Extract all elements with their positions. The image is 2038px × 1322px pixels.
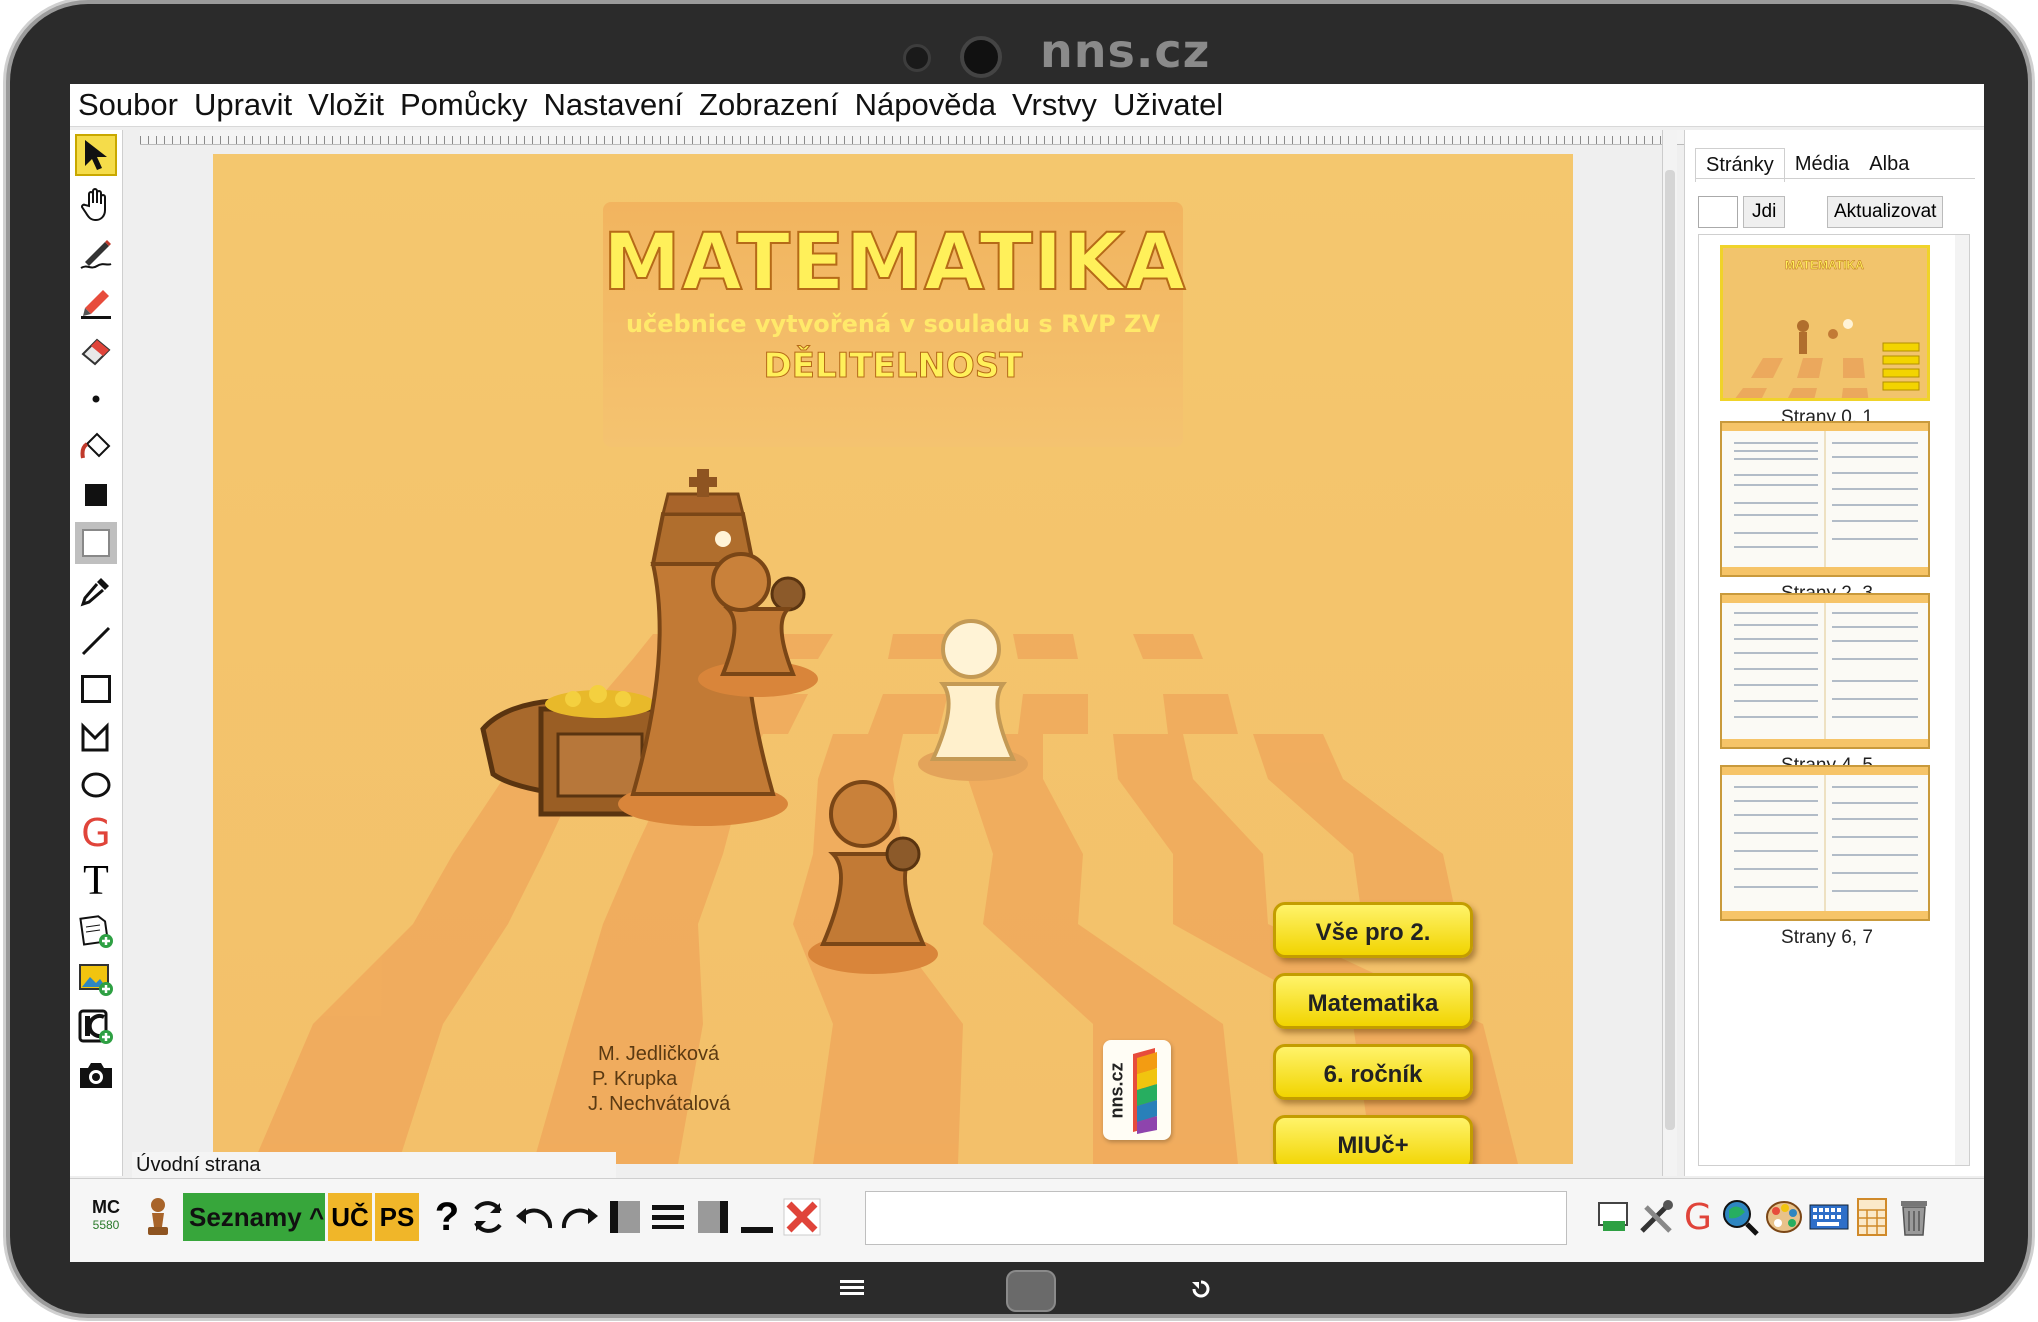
hide-right-panel-icon[interactable] — [696, 1195, 730, 1239]
highlighter-icon[interactable] — [75, 282, 117, 324]
outline-square-icon[interactable] — [75, 522, 117, 564]
minimize-icon[interactable] — [740, 1195, 774, 1239]
rectangle-icon[interactable] — [75, 668, 117, 710]
update-button[interactable]: Aktualizovat — [1827, 196, 1944, 228]
media-icon[interactable] — [75, 1006, 117, 1048]
mc-number: 5580 — [92, 1218, 120, 1232]
web-search-icon[interactable] — [1720, 1195, 1760, 1239]
pen-icon[interactable] — [75, 234, 117, 276]
dot-icon[interactable] — [75, 378, 117, 420]
menu-upravit[interactable]: Upravit — [186, 87, 300, 123]
fill-bucket-icon[interactable] — [75, 426, 117, 468]
tools-icon[interactable] — [1636, 1195, 1676, 1239]
author-3: J. Nechvátalová — [588, 1093, 731, 1115]
button-miuc-plus[interactable]: MIUč+ — [1273, 1115, 1473, 1164]
redo-icon[interactable] — [560, 1195, 600, 1239]
nns-logo: nns.cz — [1103, 1040, 1171, 1140]
button-matematika[interactable]: Matematika — [1273, 973, 1473, 1029]
page-name-label: Úvodní strana — [132, 1152, 616, 1178]
polygon-icon[interactable] — [75, 716, 117, 758]
eyedropper-icon[interactable] — [75, 570, 117, 612]
menu-vrstvy[interactable]: Vrstvy — [1004, 87, 1105, 123]
thumbnail-pages-0-1[interactable]: MATEMATIKA Strany 0, 1 — [1720, 245, 1934, 429]
hamburger-menu-icon[interactable] — [650, 1195, 686, 1239]
tab-media[interactable]: Média — [1785, 148, 1859, 182]
thumbnails-scrollbar[interactable] — [1955, 235, 1969, 1165]
tool-palette: G T — [70, 130, 123, 1176]
menu-soubor[interactable]: Soubor — [70, 87, 186, 123]
menu-bar: Soubor Upravit Vložit Pomůcky Nastavení … — [70, 84, 1984, 127]
command-input[interactable] — [865, 1191, 1567, 1245]
mc-badge[interactable]: MC 5580 — [86, 1197, 126, 1232]
canvas-scrollbar[interactable] — [1662, 130, 1677, 1176]
bottom-toolbar: MC 5580 Seznamy ^ UČ PS ? G — [70, 1178, 1984, 1262]
menu-hardware-icon[interactable] — [840, 1280, 864, 1298]
page-canvas[interactable]: MATEMATIKA učebnice vytvořená v souladu … — [213, 154, 1573, 1164]
select-arrow-icon[interactable] — [75, 134, 117, 176]
help-icon[interactable]: ? — [432, 1195, 462, 1239]
ellipse-icon[interactable] — [75, 764, 117, 806]
screen-keyboard-icon[interactable] — [1595, 1195, 1631, 1239]
menu-vlozit[interactable]: Vložit — [300, 87, 392, 123]
top-ruler — [140, 130, 1710, 145]
add-image-icon[interactable] — [75, 958, 117, 1000]
app-window: Soubor Upravit Vložit Pomůcky Nastavení … — [70, 84, 1984, 1262]
brand-logo: nns.cz — [1040, 24, 1211, 78]
hide-left-panel-icon[interactable] — [608, 1195, 642, 1239]
google-icon[interactable]: G — [1680, 1195, 1716, 1239]
book-subtitle: učebnice vytvořená v souladu s RVP ZV — [625, 310, 1161, 338]
book-title: MATEMATIKA — [602, 217, 1187, 309]
thumbnail-pages-2-3[interactable]: Strany 2, 3 — [1720, 421, 1934, 605]
sensor — [903, 44, 931, 72]
author-2: P. Krupka — [592, 1068, 678, 1090]
trash-icon[interactable] — [1896, 1195, 1932, 1239]
title-panel: MATEMATIKA učebnice vytvořená v souladu … — [602, 202, 1187, 447]
menu-pomucky[interactable]: Pomůcky — [392, 87, 535, 123]
thumbnail-pages-4-5[interactable]: Strany 4, 5 — [1720, 593, 1934, 777]
menu-napoveda[interactable]: Nápověda — [847, 87, 1004, 123]
lists-button[interactable]: Seznamy ^ — [183, 1193, 325, 1241]
uc-button[interactable]: UČ — [328, 1193, 372, 1241]
button-6-rocnik[interactable]: 6. ročník — [1273, 1044, 1473, 1100]
thumbnail-caption: Strany 6, 7 — [1781, 927, 1873, 948]
refresh-icon[interactable] — [468, 1195, 508, 1239]
author-1: M. Jedličková — [598, 1043, 720, 1065]
keyboard-icon[interactable] — [1808, 1195, 1850, 1239]
g-icon[interactable]: G — [75, 811, 117, 855]
tablet-frame: nns.cz Soubor Upravit Vložit Pomůcky Nas… — [10, 4, 2028, 1314]
close-icon[interactable] — [782, 1195, 822, 1239]
undo-icon[interactable] — [514, 1195, 554, 1239]
eraser-icon[interactable] — [75, 330, 117, 372]
authors: M. Jedličková P. Krupka J. Nechvátalová — [588, 1042, 730, 1117]
hand-icon[interactable] — [75, 184, 117, 226]
camera-icon[interactable] — [75, 1054, 117, 1096]
chess-pawn-icon[interactable] — [140, 1195, 176, 1239]
thumbnail-pages-6-7[interactable]: Strany 6, 7 — [1720, 765, 1934, 949]
book-topic: DĚLITELNOST — [763, 346, 1023, 387]
palette-icon[interactable] — [1764, 1195, 1804, 1239]
home-button[interactable] — [1006, 1270, 1056, 1312]
filled-square-icon[interactable] — [75, 474, 117, 516]
calculator-icon[interactable] — [1854, 1195, 1890, 1239]
tab-alba[interactable]: Alba — [1859, 148, 1919, 182]
button-vse-pro-2-stupen[interactable]: Vše pro 2. stupeň — [1273, 902, 1473, 1002]
add-page-icon[interactable] — [75, 910, 117, 952]
tab-stranky[interactable]: Stránky — [1695, 148, 1785, 182]
pages-panel: Stránky Média Alba Jdi Aktualizovat MATE… — [1684, 130, 1984, 1176]
nns-logo-text: nns.cz — [1106, 1062, 1127, 1119]
panel-tabs: Stránky Média Alba — [1695, 148, 1919, 182]
mc-label: MC — [92, 1197, 120, 1217]
menu-uzivatel[interactable]: Uživatel — [1105, 87, 1231, 123]
text-icon[interactable]: T — [75, 858, 117, 904]
front-camera — [960, 36, 1002, 78]
menu-nastaveni[interactable]: Nastavení — [535, 87, 691, 123]
page-number-input[interactable] — [1698, 196, 1738, 228]
ps-button[interactable]: PS — [375, 1193, 419, 1241]
menu-zobrazeni[interactable]: Zobrazení — [691, 87, 847, 123]
page-thumbnails: MATEMATIKA Strany 0, 1 Strany 6, 7 — [1698, 234, 1970, 1166]
go-button[interactable]: Jdi — [1743, 196, 1786, 228]
back-hardware-icon[interactable] — [1190, 1278, 1212, 1300]
line-icon[interactable] — [75, 620, 117, 662]
